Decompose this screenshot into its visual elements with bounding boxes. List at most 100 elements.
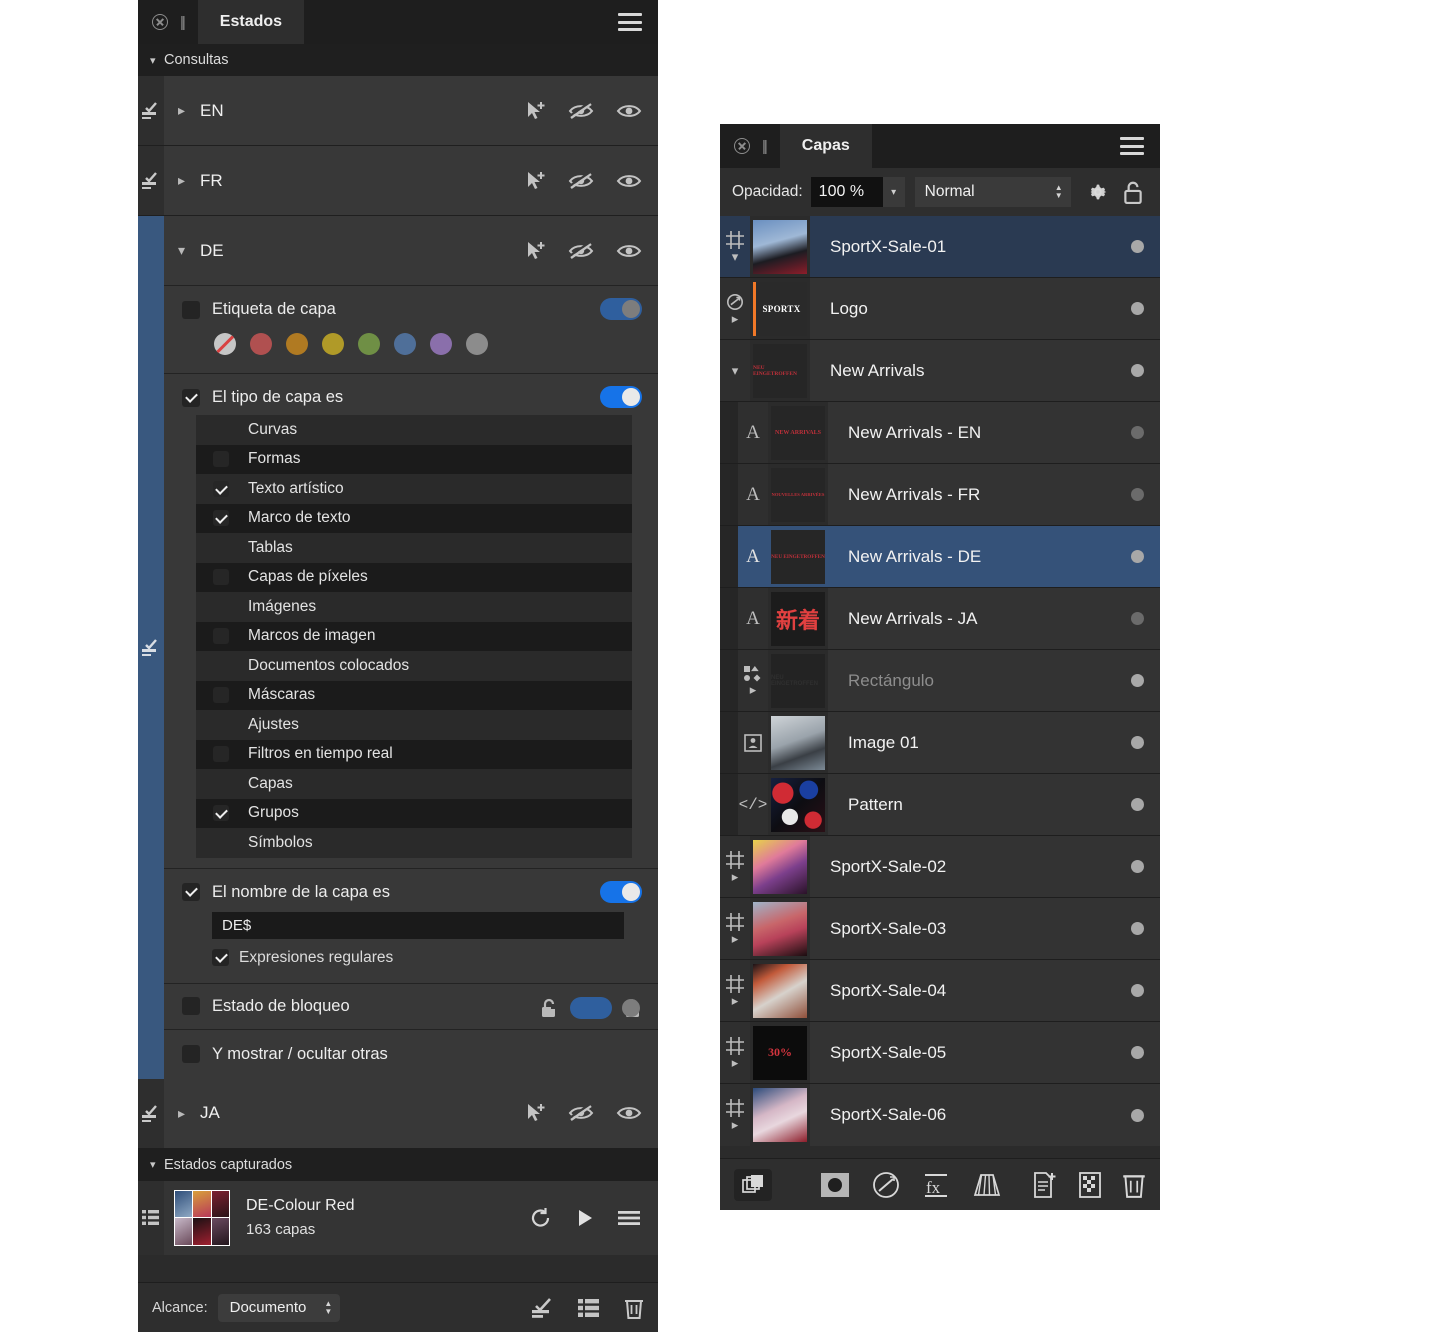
- layer-row[interactable]: ▸ SportX-Sale-06: [720, 1084, 1160, 1146]
- layer-name[interactable]: Image 01: [828, 712, 1114, 773]
- chevron-right-icon[interactable]: ▸: [732, 1118, 739, 1131]
- chevron-right-icon[interactable]: ▸: [732, 312, 739, 325]
- swatch-purple[interactable]: [430, 333, 452, 355]
- layer-visibility-toggle[interactable]: [1114, 216, 1160, 277]
- condition-checkbox[interactable]: [182, 883, 200, 901]
- layer-visibility-toggle[interactable]: [1114, 1022, 1160, 1083]
- row-menu-icon[interactable]: [618, 1210, 640, 1226]
- query-checklist-gutter[interactable]: [138, 76, 164, 145]
- hamburger-menu-icon[interactable]: [618, 13, 642, 31]
- layer-name[interactable]: SportX-Sale-06: [810, 1084, 1114, 1146]
- swatch-orange[interactable]: [286, 333, 308, 355]
- condition-checkbox[interactable]: [182, 997, 200, 1015]
- layer-gutter[interactable]: </>: [738, 774, 768, 835]
- refresh-icon[interactable]: [530, 1207, 552, 1229]
- layer-visibility-toggle[interactable]: [1114, 464, 1160, 525]
- play-icon[interactable]: [576, 1208, 594, 1228]
- layer-name[interactable]: SportX-Sale-05: [810, 1022, 1114, 1083]
- layer-visibility-toggle[interactable]: [1114, 278, 1160, 339]
- list-item[interactable]: Imágenes: [196, 592, 632, 622]
- layer-name[interactable]: New Arrivals - FR: [828, 464, 1114, 525]
- layer-gutter[interactable]: A: [738, 526, 768, 587]
- adjustment-icon[interactable]: [872, 1171, 900, 1199]
- layer-gutter[interactable]: ▸: [720, 278, 750, 339]
- query-row-ja[interactable]: ▸ JA: [138, 1078, 658, 1149]
- condition-checkbox[interactable]: [182, 388, 200, 407]
- layer-row[interactable]: A NEU EINGETROFFEN New Arrivals - DE: [720, 526, 1160, 588]
- condition-show-hide-others[interactable]: Y mostrar / ocultar otras: [164, 1029, 658, 1079]
- layer-row[interactable]: ▸ 30% SportX-Sale-05: [720, 1022, 1160, 1084]
- condition-checkbox[interactable]: [182, 300, 200, 319]
- layer-row[interactable]: ▸ NEU EINGETROFFEN Rectángulo: [720, 650, 1160, 712]
- layer-row[interactable]: A NEW ARRIVALS New Arrivals - EN: [720, 402, 1160, 464]
- delete-icon[interactable]: [1122, 1171, 1146, 1199]
- chevron-right-icon[interactable]: ▸: [178, 172, 200, 189]
- chevron-down-icon[interactable]: ▾: [732, 364, 739, 377]
- close-icon[interactable]: [734, 138, 750, 154]
- eye-visible-icon[interactable]: [616, 242, 642, 260]
- regex-checkbox[interactable]: [212, 949, 229, 966]
- mask-icon[interactable]: [820, 1172, 850, 1198]
- condition-layer-label[interactable]: Etiqueta de capa: [164, 286, 658, 374]
- chevron-right-icon[interactable]: ▸: [178, 1105, 200, 1122]
- new-mask-icon[interactable]: [1078, 1171, 1102, 1199]
- condition-toggle[interactable]: [600, 386, 642, 408]
- select-add-cursor-icon[interactable]: [524, 1102, 546, 1124]
- lock-icon[interactable]: [1123, 180, 1143, 204]
- list-item[interactable]: Tablas: [196, 533, 632, 563]
- eye-hidden-icon[interactable]: [568, 170, 594, 191]
- captured-state-row[interactable]: DE-Colour Red 163 capas: [138, 1180, 658, 1255]
- layer-visibility-toggle[interactable]: [1114, 402, 1160, 463]
- swatch-gray[interactable]: [466, 333, 488, 355]
- layer-name[interactable]: New Arrivals - EN: [828, 402, 1114, 463]
- layer-gutter[interactable]: A: [738, 464, 768, 525]
- chevron-right-icon[interactable]: ▸: [732, 932, 739, 945]
- layer-stack-icon[interactable]: [734, 1168, 772, 1201]
- layer-name[interactable]: New Arrivals: [810, 340, 1114, 401]
- layer-name[interactable]: New Arrivals - JA: [828, 588, 1114, 649]
- tab-estados[interactable]: Estados: [197, 0, 305, 44]
- list-item[interactable]: Símbolos: [196, 828, 632, 858]
- layer-row[interactable]: ▸ SportX-Sale-02: [720, 836, 1160, 898]
- layer-gutter[interactable]: ▸: [720, 1084, 750, 1146]
- layer-row[interactable]: ▸ SportX-Sale-03: [720, 898, 1160, 960]
- query-body[interactable]: ▸ FR: [164, 146, 658, 215]
- list-item[interactable]: Formas: [196, 445, 632, 475]
- list-item[interactable]: Capas: [196, 769, 632, 799]
- list-item[interactable]: Ajustes: [196, 710, 632, 740]
- layer-visibility-toggle[interactable]: [1114, 650, 1160, 711]
- query-body[interactable]: ▸ JA: [164, 1078, 658, 1148]
- layer-name[interactable]: SportX-Sale-02: [810, 836, 1114, 897]
- list-item[interactable]: Curvas: [196, 415, 632, 445]
- tab-capas[interactable]: Capas: [779, 124, 872, 168]
- list-item[interactable]: Máscaras: [196, 681, 632, 711]
- chevron-down-icon[interactable]: ▾: [178, 242, 200, 259]
- layer-name[interactable]: SportX-Sale-04: [810, 960, 1114, 1021]
- close-icon[interactable]: [152, 14, 168, 30]
- eye-visible-icon[interactable]: [616, 172, 642, 190]
- unlock-icon[interactable]: [540, 998, 558, 1018]
- chevron-right-icon[interactable]: ▸: [732, 1056, 739, 1069]
- eye-hidden-icon[interactable]: [568, 100, 594, 121]
- layer-row[interactable]: A NOUVELLES ARRIVÉES New Arrivals - FR: [720, 464, 1160, 526]
- layer-gutter[interactable]: ▾: [720, 340, 750, 401]
- layer-gutter[interactable]: A: [738, 588, 768, 649]
- list-item[interactable]: Documentos colocados: [196, 651, 632, 681]
- new-layer-icon[interactable]: [1032, 1171, 1058, 1199]
- condition-layer-type[interactable]: El tipo de capa es Curvas Formas Texto a…: [164, 374, 658, 869]
- query-checklist-gutter-selected[interactable]: [138, 216, 164, 1079]
- opacity-input[interactable]: 100 %: [810, 177, 883, 207]
- query-row-fr[interactable]: ▸ FR: [138, 146, 658, 216]
- query-body[interactable]: ▾ DE: [164, 216, 658, 285]
- layer-visibility-toggle[interactable]: [1114, 836, 1160, 897]
- layer-gutter[interactable]: A: [738, 402, 768, 463]
- list-item[interactable]: Grupos: [196, 799, 632, 829]
- eye-hidden-icon[interactable]: [568, 1103, 594, 1123]
- list-item[interactable]: Marcos de imagen: [196, 622, 632, 652]
- scope-select[interactable]: Documento ▲ ▼: [217, 1293, 341, 1322]
- captured-state-gutter[interactable]: [138, 1180, 164, 1255]
- layer-name[interactable]: SportX-Sale-01: [810, 216, 1114, 277]
- drag-grip-icon[interactable]: ||: [762, 138, 768, 155]
- layer-gutter[interactable]: ▸: [720, 960, 750, 1021]
- layer-name[interactable]: Pattern: [828, 774, 1114, 835]
